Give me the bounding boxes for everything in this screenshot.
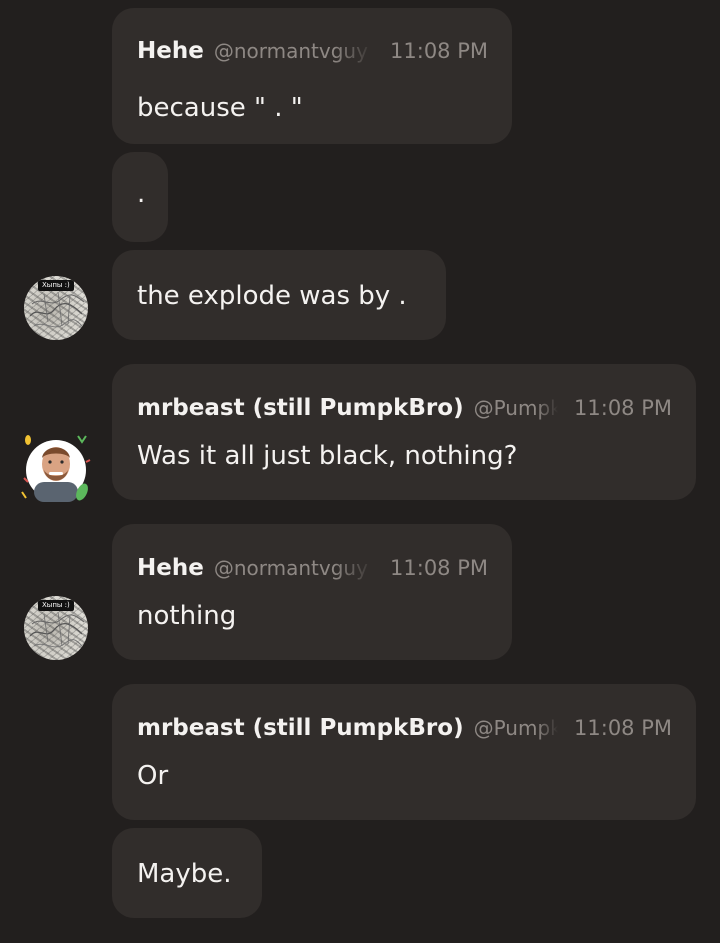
user-avatar[interactable] xyxy=(20,432,92,504)
user-avatar[interactable]: Хыпы :) xyxy=(24,596,88,660)
message-text: nothing xyxy=(137,601,237,631)
message-bubble[interactable]: Hehe @normantvguy 11:08 PM because " . " xyxy=(112,8,512,144)
message-timestamp: 11:08 PM xyxy=(390,39,488,63)
author-name[interactable]: Hehe xyxy=(137,555,204,581)
message-bubble[interactable]: the explode was by . xyxy=(112,250,446,340)
message-header: mrbeast (still PumpkBro) @PumpkBro 11:08… xyxy=(137,393,672,423)
message-text: because " . " xyxy=(137,93,303,123)
message-text: Maybe. xyxy=(137,859,232,889)
message-header: mrbeast (still PumpkBro) @PumpkBro 11:08… xyxy=(137,713,672,743)
message-bubble[interactable]: mrbeast (still PumpkBro) @PumpkBro 11:08… xyxy=(112,684,696,820)
message-bubble[interactable]: Hehe @normantvguy 11:08 PM nothing xyxy=(112,524,512,660)
message-bubble[interactable]: . xyxy=(112,152,168,242)
message-timestamp: 11:08 PM xyxy=(574,396,672,420)
message-header: Hehe @normantvguy 11:08 PM xyxy=(137,36,488,66)
message-bubble[interactable]: mrbeast (still PumpkBro) @PumpkBro 11:08… xyxy=(112,364,696,500)
mrbeast-avatar-icon xyxy=(21,435,91,502)
message-header: Hehe @normantvguy 11:08 PM xyxy=(137,553,488,583)
author-name[interactable]: mrbeast (still PumpkBro) xyxy=(137,715,464,741)
message-text: Or xyxy=(137,761,169,791)
message-text: . xyxy=(137,179,146,209)
message-text: the explode was by . xyxy=(137,281,407,311)
user-avatar[interactable]: Хыпы :) xyxy=(24,276,88,340)
message-bubble[interactable]: Maybe. xyxy=(112,828,262,918)
author-name[interactable]: mrbeast (still PumpkBro) xyxy=(137,395,464,421)
message-timestamp: 11:08 PM xyxy=(390,556,488,580)
avatar-tag: Хыпы :) xyxy=(38,280,74,291)
author-name[interactable]: Hehe xyxy=(137,38,204,64)
message-timestamp: 11:08 PM xyxy=(574,716,672,740)
avatar-tag: Хыпы :) xyxy=(38,600,74,611)
author-handle[interactable]: @normantvguy xyxy=(214,39,374,63)
author-handle[interactable]: @PumpkBro xyxy=(474,396,558,420)
chat-message-list: Hehe @normantvguy 11:08 PM because " . "… xyxy=(0,0,720,943)
author-handle[interactable]: @normantvguy xyxy=(214,556,374,580)
message-text: Was it all just black, nothing? xyxy=(137,441,518,471)
author-handle[interactable]: @PumpkBro xyxy=(474,716,558,740)
